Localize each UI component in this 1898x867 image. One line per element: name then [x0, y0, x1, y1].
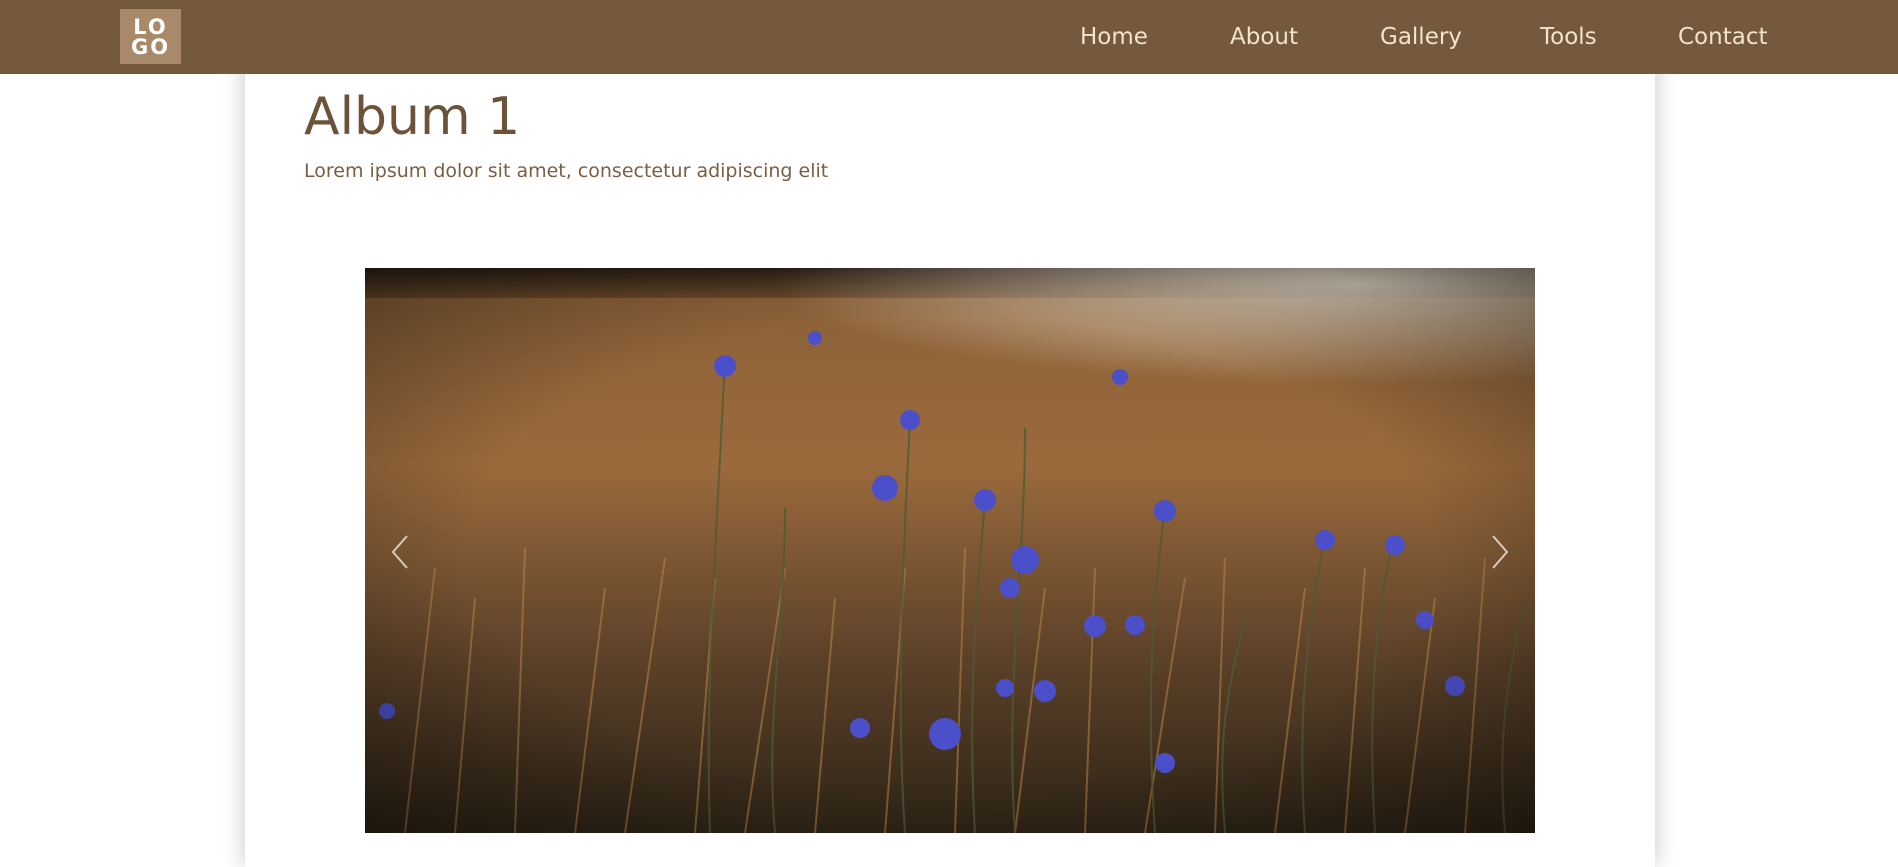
chevron-right-icon[interactable]	[1479, 530, 1519, 574]
carousel-image	[365, 268, 1535, 833]
site-header: LO GO Home About Gallery Tools Contact	[0, 0, 1898, 74]
nav-link-home[interactable]: Home	[1080, 24, 1148, 50]
logo-line-1: LO	[133, 14, 168, 39]
nav-link-about[interactable]: About	[1230, 24, 1298, 50]
nav-link-tools[interactable]: Tools	[1540, 24, 1597, 50]
page-subtitle: Lorem ipsum dolor sit amet, consectetur …	[304, 160, 829, 182]
site-logo[interactable]: LO GO	[120, 9, 181, 64]
nav-link-contact[interactable]: Contact	[1678, 24, 1767, 50]
logo-line-2: GO	[130, 34, 171, 59]
chevron-left-icon[interactable]	[381, 530, 421, 574]
album-card: Album 1 Lorem ipsum dolor sit amet, cons…	[245, 0, 1655, 867]
page-title: Album 1	[304, 87, 521, 147]
nav-link-gallery[interactable]: Gallery	[1380, 24, 1462, 50]
image-carousel[interactable]	[365, 268, 1535, 833]
